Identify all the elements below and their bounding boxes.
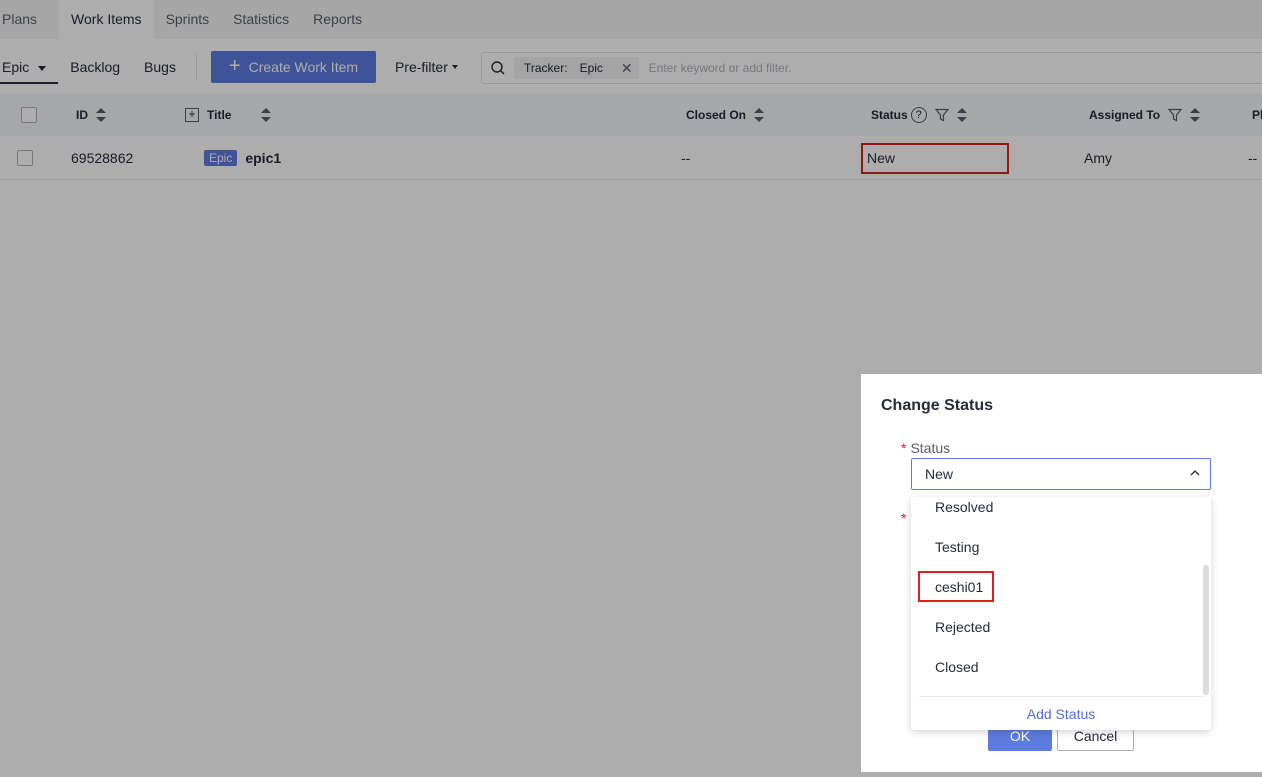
option-highlight <box>918 571 994 602</box>
status-field-label: * Status <box>901 440 950 456</box>
dialog-title: Change Status <box>881 397 994 414</box>
status-dropdown-list: Resolved Testing ceshi01 Rejected Closed… <box>911 497 1211 730</box>
status-option-testing[interactable]: Testing <box>935 539 979 555</box>
add-status-link[interactable]: Add Status <box>911 706 1211 722</box>
status-select-value: New <box>925 466 954 482</box>
chevron-up-icon <box>1190 470 1200 476</box>
status-option-resolved[interactable]: Resolved <box>935 499 993 515</box>
dropdown-divider <box>919 696 1203 697</box>
status-option-rejected[interactable]: Rejected <box>935 619 990 635</box>
required-mark: * <box>901 510 907 526</box>
required-mark: * <box>901 440 907 456</box>
status-select[interactable]: New <box>911 458 1211 490</box>
status-option-closed[interactable]: Closed <box>935 659 979 675</box>
status-label-text: Status <box>910 440 951 456</box>
dropdown-scrollbar[interactable] <box>1203 565 1209 695</box>
